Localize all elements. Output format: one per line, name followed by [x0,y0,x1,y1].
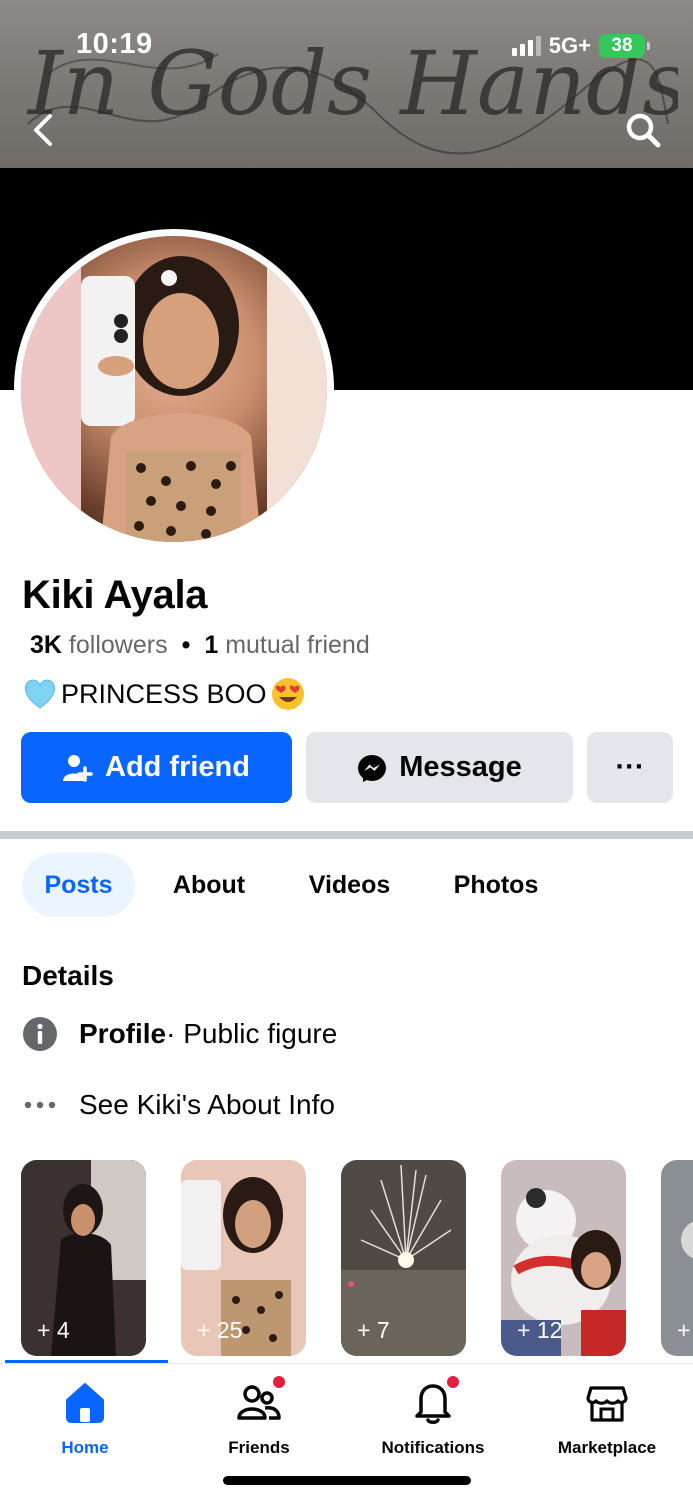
featured-highlights: + 4 + 25 + 7 + 12 + [21,1160,693,1356]
more-options-icon: ··· [615,751,645,783]
highlight-card[interactable]: + 4 [21,1160,146,1356]
notifications-badge [445,1374,461,1390]
highlight-card[interactable]: + [661,1160,693,1356]
section-divider [0,831,693,839]
add-person-icon [63,754,93,782]
tab-posts[interactable]: Posts [22,853,135,917]
stats-separator: • [181,631,191,659]
detail-profile-value: · Public figure [166,1018,338,1049]
more-options-button[interactable]: ··· [587,732,673,803]
nav-marketplace-label: Marketplace [557,1438,657,1457]
profile-stats: 3K followers • 1 mutual friend [30,631,370,660]
heart-eyes-emoji-icon [271,678,304,710]
see-about-info-row[interactable]: See Kiki's About Info [22,1087,335,1123]
status-right: 5G+ 38 [511,33,650,59]
search-button[interactable] [623,110,663,150]
back-button[interactable] [26,110,62,150]
light-blue-heart-icon [24,679,56,709]
nav-notifications[interactable]: Notifications [353,1374,513,1458]
avatar-photo [21,236,327,542]
profile-name: Kiki Ayala [22,573,208,617]
nav-notifications-label: Notifications [381,1438,485,1457]
add-friend-label: Add friend [105,751,250,783]
add-friend-button[interactable]: Add friend [21,732,292,803]
battery-icon: 38 [599,34,650,58]
chevron-left-icon [34,114,52,146]
profile-avatar[interactable] [14,229,334,549]
nav-home[interactable]: Home [5,1378,165,1458]
followers-label[interactable]: followers [69,631,168,660]
home-indicator [223,1476,471,1485]
highlight-count: + 25 [197,1317,243,1343]
detail-profile-label: Profile [79,1018,167,1049]
tab-videos[interactable]: Videos [292,853,407,917]
friends-icon [235,1374,287,1426]
see-about-info-label: See Kiki's About Info [79,1089,335,1120]
messenger-icon [358,754,387,782]
highlight-card[interactable]: + 12 [501,1160,626,1356]
more-dots-icon [22,1087,58,1123]
friends-badge [271,1374,287,1390]
battery-level: 38 [611,35,633,56]
bell-icon [409,1374,461,1426]
bio-text: PRINCESS BOO [61,678,267,709]
highlight-count: + 7 [357,1317,390,1343]
detail-profile-row[interactable]: Profile · Public figure [22,1016,337,1052]
highlight-card[interactable]: + 7 [341,1160,466,1356]
search-icon [626,113,661,148]
nav-friends[interactable]: Friends [179,1374,339,1458]
details-title: Details [22,960,114,991]
tab-photos[interactable]: Photos [437,853,555,917]
highlight-count: + 12 [517,1317,563,1343]
network-label: 5G+ [548,33,591,58]
nav-marketplace[interactable]: Marketplace [527,1378,687,1458]
status-time: 10:19 [76,28,153,60]
mutual-count[interactable]: 1 [204,631,218,660]
message-label: Message [399,751,522,783]
highlight-card[interactable]: + 25 [181,1160,306,1356]
cover-photo[interactable]: In Gods Hands [0,0,693,168]
highlight-count: + 4 [37,1317,70,1343]
home-icon [61,1378,109,1426]
nav-friends-label: Friends [228,1438,290,1457]
nav-home-label: Home [61,1438,109,1457]
followers-count[interactable]: 3K [30,631,62,660]
signal-icon [511,36,541,56]
highlight-count: + [677,1317,691,1343]
avatar-illustration [21,236,327,542]
info-icon [22,1016,58,1052]
mutual-label[interactable]: mutual friend [225,631,370,660]
marketplace-icon [583,1378,631,1426]
tab-about[interactable]: About [158,853,260,917]
message-button[interactable]: Message [306,732,573,803]
profile-bio: PRINCESS BOO [22,676,306,712]
